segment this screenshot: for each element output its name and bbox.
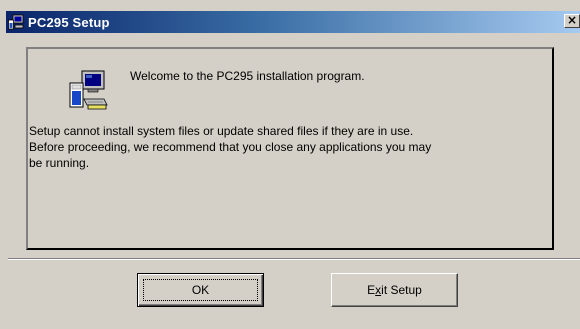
content-panel: Welcome to the PC295 installation progra… xyxy=(26,47,554,250)
warning-message: Setup cannot install system files or upd… xyxy=(29,123,539,171)
warning-line-3: be running. xyxy=(29,156,90,170)
focus-rect xyxy=(143,279,258,301)
exit-setup-button[interactable]: Exit Setup xyxy=(331,273,458,307)
exit-button-label: Exit Setup xyxy=(367,283,422,297)
window-title: PC295 Setup xyxy=(28,14,110,30)
warning-line-1: Setup cannot install system files or upd… xyxy=(29,124,414,138)
setup-window: PC295 Setup × Welcome to the PC295 insta… xyxy=(0,0,580,329)
close-icon: × xyxy=(566,13,578,27)
warning-line-2: Before proceeding, we recommend that you… xyxy=(29,140,432,154)
close-button[interactable]: × xyxy=(564,14,580,28)
setup-computer-icon xyxy=(8,14,24,30)
separator xyxy=(8,258,580,260)
setup-computer-icon xyxy=(68,69,108,111)
ok-button[interactable]: OK xyxy=(137,273,264,307)
title-bar[interactable]: PC295 Setup × xyxy=(6,11,580,33)
welcome-text: Welcome to the PC295 installation progra… xyxy=(130,69,365,83)
